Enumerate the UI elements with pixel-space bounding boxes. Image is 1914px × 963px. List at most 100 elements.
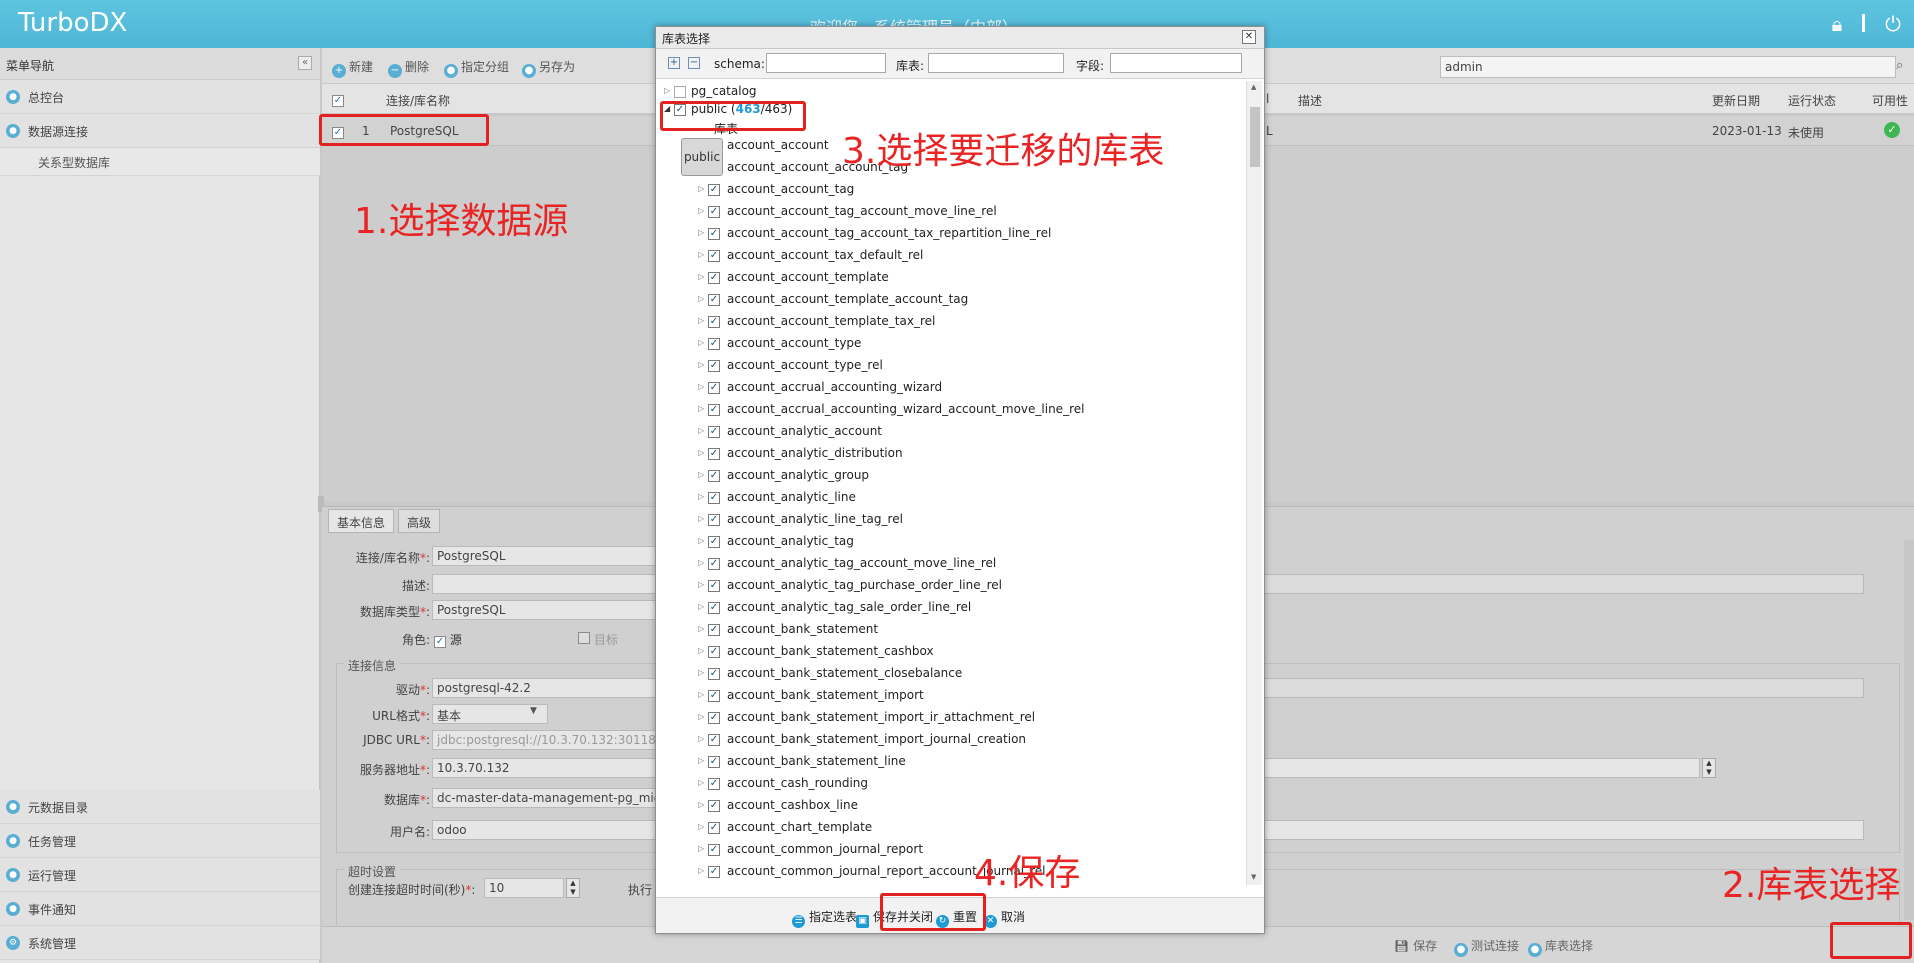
tree-node-table[interactable]: ▷ ✓ account_analytic_tag_account_move_line… [656,553,1246,575]
tree-checkbox[interactable]: ✓ [708,294,720,306]
tree-node-table[interactable]: ▷ ✓ account_common_journal_report [656,839,1246,861]
save-as-button[interactable]: ● 另存为 [522,58,575,78]
expand-arrow-icon[interactable]: ▷ [698,536,704,545]
assign-tables-button[interactable]: ☰ 指定选表 [792,908,857,928]
tree-checkbox[interactable]: ✓ [708,800,720,812]
collapse-icon[interactable]: « [298,56,312,70]
tree-node-table[interactable]: ▷ ✓ account_accrual_accounting_wizard [656,377,1246,399]
tree-checkbox[interactable]: ✓ [708,426,720,438]
tree-node-table[interactable]: ▷ ✓ account_account_tag_account_move_line_… [656,201,1246,223]
tree-checkbox[interactable]: ✓ [708,360,720,372]
form-scrollbar[interactable] [1904,540,1914,920]
expand-all-icon[interactable]: + [668,57,680,69]
power-icon[interactable]: ⏻ [1882,12,1904,36]
driver-field[interactable]: postgresql-42.2 [432,678,672,698]
cancel-button[interactable]: ✕ 取消 [984,908,1025,928]
close-icon[interactable]: ✕ [1242,30,1256,44]
tree-node-table[interactable]: ▷ ✓ account_analytic_tag_purchase_order_li… [656,575,1246,597]
assign-group-button[interactable]: ● 指定分组 [444,58,509,78]
sidebar-item-dashboard[interactable]: ● 总控台 [0,80,320,114]
tree-node-table[interactable]: ▷ ✓ account_accrual_accounting_wizard_acco… [656,399,1246,421]
sidebar-item-relational-db[interactable]: 关系型数据库 [0,148,320,176]
expand-arrow-icon[interactable]: ▷ [698,800,704,809]
expand-arrow-icon[interactable]: ▷ [698,514,704,523]
search-input[interactable] [1440,56,1896,78]
tree-checkbox[interactable]: ✓ [708,184,720,196]
expand-arrow-icon[interactable]: ▷ [698,470,704,479]
scroll-thumb[interactable] [1250,107,1260,167]
tree-node-table[interactable]: ▷ ✓ account_bank_statement_import_journal_… [656,729,1246,751]
tree-checkbox[interactable]: ✓ [708,250,720,262]
sidebar-item-run[interactable]: ● 运行管理 [0,858,320,892]
expand-arrow-icon[interactable]: ▷ [698,184,704,193]
expand-arrow-icon[interactable]: ▷ [698,844,704,853]
tree-checkbox[interactable]: ✓ [708,514,720,526]
tree-node-table[interactable]: ▷ ✓ account_chart_template [656,817,1246,839]
tree-checkbox[interactable]: ✓ [708,536,720,548]
timeout-field[interactable]: 10 [484,878,564,898]
tree-node-table[interactable]: ▷ ✓ account_bank_statement_cashbox [656,641,1246,663]
tree-node-table[interactable]: ▷ ✓ account_account_tag [656,179,1246,201]
tab-basic[interactable]: 基本信息 [328,509,395,533]
expand-arrow-icon[interactable]: ▷ [698,558,704,567]
tree-node-table[interactable]: ▷ ✓ account_cashbox_line [656,795,1246,817]
field-filter-input[interactable] [1110,53,1242,73]
user-field[interactable]: odoo [432,820,672,840]
expand-arrow-icon[interactable]: ▷ [698,228,704,237]
expand-arrow-icon[interactable]: ▷ [698,272,704,281]
tree-checkbox[interactable]: ✓ [708,470,720,482]
expand-arrow-icon[interactable]: ▷ [698,580,704,589]
tree-checkbox[interactable]: ✓ [708,756,720,768]
expand-arrow-icon[interactable]: ▷ [698,778,704,787]
test-connection-button[interactable]: ● 测试连接 [1454,937,1519,957]
new-button[interactable]: + 新建 [332,58,373,78]
role-source-checkbox[interactable]: ✓ 源 [434,631,462,648]
expand-arrow-icon[interactable]: ▷ [698,426,704,435]
tree-checkbox[interactable]: ✓ [708,492,720,504]
expand-arrow-icon[interactable]: ▷ [698,668,704,677]
expand-arrow-icon[interactable]: ▷ [698,294,704,303]
tree-checkbox[interactable]: ✓ [708,580,720,592]
tree-node-table[interactable]: ▷ ✓ account_bank_statement [656,619,1246,641]
expand-arrow-icon[interactable]: ▷ [698,206,704,215]
tree-node-table[interactable]: ▷ ✓ account_analytic_tag [656,531,1246,553]
driver-field-ext[interactable] [1264,678,1864,698]
table-filter-input[interactable] [928,53,1064,73]
expand-arrow-icon[interactable]: ▷ [698,360,704,369]
schema-input[interactable] [766,53,886,73]
tree-node-table[interactable]: ▷ ✓ account_bank_statement_import [656,685,1246,707]
sidebar-item-metadata[interactable]: ● 元数据目录 [0,790,320,824]
tree-node-table[interactable]: ▷ ✓ account_cash_rounding [656,773,1246,795]
sidebar-item-tasks[interactable]: ● 任务管理 [0,824,320,858]
chevron-down-icon[interactable]: ▼ [530,706,537,716]
tree-node-table[interactable]: ▷ ✓ account_account_tag_account_tax_repart… [656,223,1246,245]
db-field[interactable]: dc-master-data-management-pg_migrate [432,788,672,808]
role-target-checkbox[interactable]: 目标 [578,631,618,648]
tree-node-table[interactable]: ▷ ✓ account_common_journal_report_account_… [656,861,1246,883]
tree-node-table[interactable]: ▷ ✓ account_analytic_account [656,421,1246,443]
dialog-scrollbar[interactable]: ▲ ▼ [1246,81,1262,885]
expand-arrow-icon[interactable]: ▷ [698,492,704,501]
tree-checkbox[interactable]: ✓ [708,778,720,790]
delete-button[interactable]: − 删除 [388,58,429,78]
tree-node-table[interactable]: ▷ ✓ account_analytic_tag_sale_order_line_r… [656,597,1246,619]
tree-checkbox[interactable]: ✓ [708,316,720,328]
expand-arrow-icon[interactable]: ▷ [698,690,704,699]
scroll-up-icon[interactable]: ▲ [1251,83,1256,91]
tree-checkbox[interactable]: ✓ [708,822,720,834]
expand-arrow-icon[interactable]: ▷ [698,624,704,633]
name-field[interactable]: PostgreSQL [432,546,672,566]
jdbc-field[interactable]: jdbc:postgresql://10.3.70.132:30118/dc- [432,730,672,750]
tree-node-table[interactable]: ▷ ✓ account_analytic_line [656,487,1246,509]
sidebar-item-events[interactable]: ● 事件通知 [0,892,320,926]
tree-node-table[interactable]: ▷ ✓ account_analytic_group [656,465,1246,487]
tree-node-table[interactable]: ▷ ✓ account_account_template [656,267,1246,289]
timeout-stepper[interactable]: ▲ ▼ [566,878,580,898]
expand-arrow-icon[interactable]: ▷ [698,316,704,325]
tree-checkbox[interactable]: ✓ [708,690,720,702]
server-field[interactable]: 10.3.70.132 [432,758,672,778]
tree-checkbox[interactable]: ✓ [708,602,720,614]
tree-checkbox[interactable]: ✓ [708,712,720,724]
scroll-down-icon[interactable]: ▼ [1251,873,1256,881]
tree-checkbox[interactable]: ✓ [708,404,720,416]
